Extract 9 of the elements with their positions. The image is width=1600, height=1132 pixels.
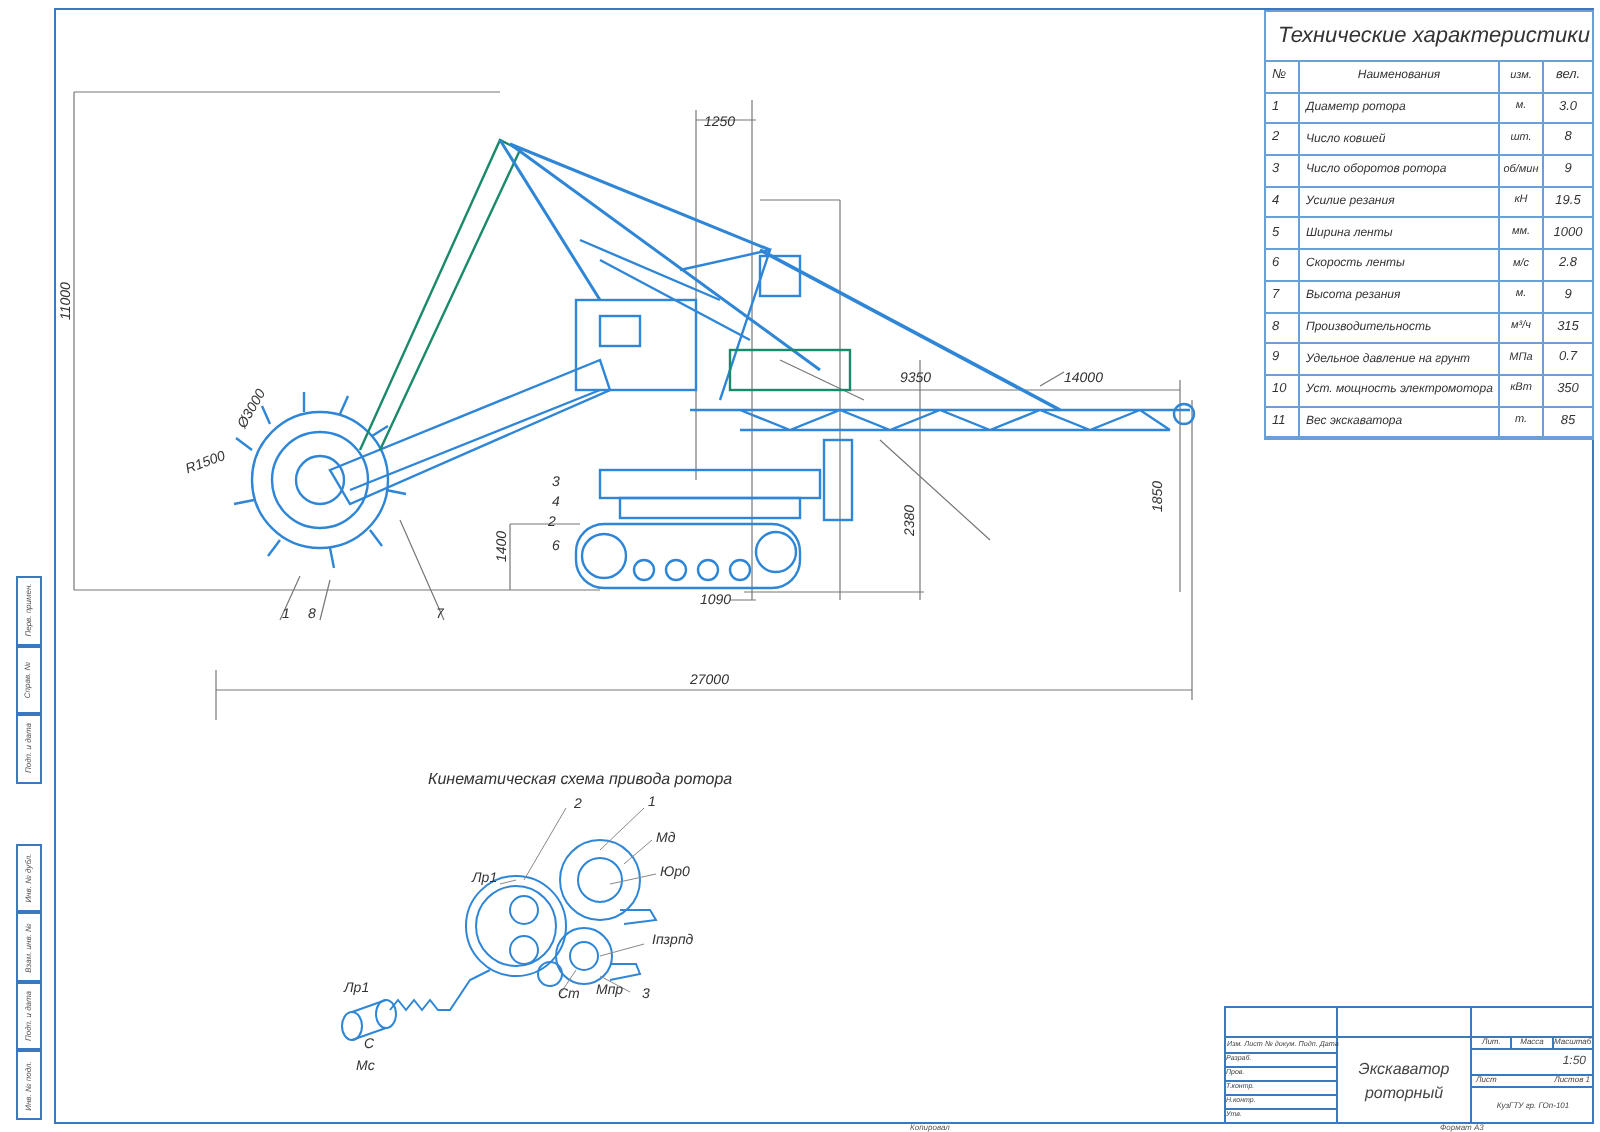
- leader-line: [599, 943, 645, 957]
- leader-line: [559, 969, 577, 995]
- table-title: Технические характеристики: [1266, 12, 1592, 62]
- leader-line: [599, 975, 631, 993]
- drawing-name: Экскаватор роторный: [1356, 1057, 1452, 1106]
- leader-line: [609, 873, 657, 885]
- leader-line: [499, 879, 517, 885]
- leader-line: [523, 807, 567, 881]
- scheme-title: Кинематическая схема привода ротора: [428, 768, 733, 792]
